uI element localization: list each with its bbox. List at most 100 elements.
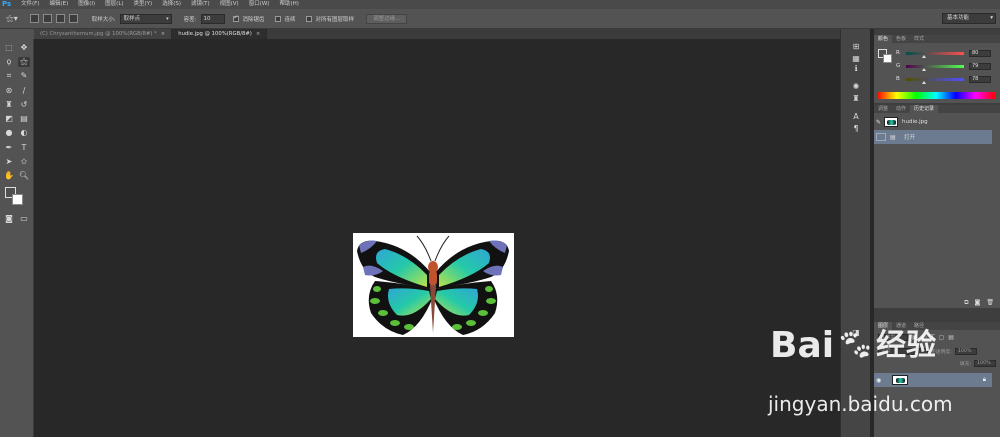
- filter-type-icon[interactable]: T: [931, 334, 935, 341]
- menu-filter[interactable]: 滤镜(T): [186, 0, 215, 9]
- blur-tool-icon[interactable]: ●: [3, 128, 15, 138]
- fill-input[interactable]: 100%: [974, 360, 996, 367]
- tab-layers[interactable]: 图层: [874, 322, 893, 330]
- green-slider-thumb[interactable]: [921, 67, 926, 71]
- hand-tool-icon[interactable]: ✋: [3, 171, 15, 181]
- menu-file[interactable]: 文件(F): [16, 0, 44, 9]
- tab-color[interactable]: 颜色: [874, 35, 893, 43]
- canvas-area[interactable]: [34, 39, 840, 437]
- paragraph-panel-icon[interactable]: ¶: [849, 123, 863, 134]
- tab-paths[interactable]: 路径: [910, 322, 928, 330]
- layer-kind-filter[interactable]: ρ 类型: [878, 334, 908, 341]
- photoshop-logo: Ps: [2, 0, 12, 8]
- blend-mode-select[interactable]: 正常: [878, 348, 928, 355]
- quick-mask-icon[interactable]: ◙: [3, 214, 15, 224]
- close-icon[interactable]: ×: [256, 31, 260, 37]
- menu-help[interactable]: 帮助(H): [274, 0, 303, 9]
- close-icon[interactable]: ×: [161, 31, 165, 37]
- sample-all-layers-checkbox[interactable]: [305, 15, 312, 22]
- gradient-tool-icon[interactable]: ▤: [18, 114, 30, 124]
- color-spectrum-ramp[interactable]: [877, 92, 995, 99]
- eraser-tool-icon[interactable]: ◩: [3, 114, 15, 124]
- type-tool-icon[interactable]: T: [18, 143, 30, 153]
- path-selection-tool-icon[interactable]: ➤: [3, 157, 15, 167]
- history-brush-tool-icon[interactable]: ↺: [18, 100, 30, 110]
- magic-wand-tool-icon[interactable]: ⚝: [18, 57, 30, 67]
- magic-wand-tool-preset-icon[interactable]: ⚝▾: [6, 14, 18, 24]
- history-item-checkbox[interactable]: [876, 133, 886, 141]
- butterfly-image[interactable]: [353, 233, 514, 337]
- menu-layer[interactable]: 图层(L): [100, 0, 128, 9]
- tab-history[interactable]: 历史记录: [910, 105, 939, 113]
- subtract-from-selection-icon[interactable]: [55, 14, 65, 23]
- blue-slider-thumb[interactable]: [921, 80, 926, 84]
- new-selection-icon[interactable]: [29, 14, 39, 23]
- dodge-tool-icon[interactable]: ◐: [18, 128, 30, 138]
- tab-hudie[interactable]: hudie.jpg @ 100%(RGB/8#) ×: [172, 29, 268, 39]
- tab-adjustments[interactable]: 调整: [874, 105, 892, 113]
- red-value[interactable]: 80: [969, 49, 991, 57]
- tab-swatches[interactable]: 色板: [892, 35, 910, 43]
- pen-tool-icon[interactable]: ✒: [3, 143, 15, 153]
- new-document-from-state-icon[interactable]: ⧉: [964, 299, 968, 308]
- healing-brush-tool-icon[interactable]: ⊛: [3, 86, 15, 96]
- menu-edit[interactable]: 编辑(E): [44, 0, 73, 9]
- antialias-checkbox[interactable]: [232, 14, 239, 22]
- shape-tool-icon[interactable]: ✩: [18, 157, 30, 167]
- clone-stamp-tool-icon[interactable]: ♜: [3, 100, 15, 110]
- layer-row-background[interactable]: ◉ 🔒︎: [874, 373, 992, 387]
- background-color-swatch[interactable]: [12, 194, 23, 205]
- eye-icon[interactable]: ◉: [874, 377, 884, 384]
- collapsed-panels-strip: ⊞ ▦ ℹ ✺ ♜ A ¶ ◨: [840, 29, 870, 437]
- history-brush-source-icon[interactable]: ✎: [874, 119, 884, 126]
- workspace-select[interactable]: 基本功能: [942, 13, 996, 24]
- panel-background-swatch[interactable]: [883, 54, 892, 63]
- filter-shape-icon[interactable]: ▢: [939, 334, 945, 341]
- sample-size-select[interactable]: 取样点: [119, 13, 172, 24]
- clone-source-panel-icon[interactable]: ♜: [849, 93, 863, 104]
- blue-value[interactable]: 78: [969, 75, 991, 83]
- create-snapshot-icon[interactable]: ◙: [975, 299, 981, 308]
- tolerance-input[interactable]: 10: [200, 13, 225, 24]
- menu-image[interactable]: 图像(I): [73, 0, 100, 9]
- menu-window[interactable]: 窗口(W): [244, 0, 275, 9]
- green-value[interactable]: 79: [969, 62, 991, 70]
- menu-type[interactable]: 类型(Y): [129, 0, 158, 9]
- marquee-tool-icon[interactable]: ⬚: [3, 43, 15, 53]
- crop-tool-icon[interactable]: ⌗: [3, 71, 15, 81]
- blue-slider[interactable]: [906, 77, 964, 84]
- red-slider-thumb[interactable]: [922, 54, 927, 58]
- add-to-selection-icon[interactable]: [42, 14, 52, 23]
- refine-edge-button[interactable]: 调整边缘...: [366, 13, 408, 24]
- green-slider[interactable]: [906, 64, 964, 71]
- move-tool-icon[interactable]: ✥: [18, 43, 30, 53]
- tab-chrysanthemum[interactable]: (C) Chrysanthemum.jpg @ 100%(RGB/8#) * ×: [34, 29, 173, 39]
- tab-styles[interactable]: 样式: [910, 35, 928, 43]
- eyedropper-tool-icon[interactable]: ✎: [18, 71, 30, 81]
- contiguous-checkbox[interactable]: [274, 15, 281, 22]
- toolbar-grip[interactable]: [0, 29, 34, 39]
- info-panel-icon[interactable]: ℹ: [849, 63, 863, 74]
- zoom-tool-icon[interactable]: 🔍︎: [18, 171, 30, 181]
- layer-comps-panel-icon[interactable]: ◨: [849, 327, 863, 338]
- tab-actions[interactable]: 动作: [892, 105, 910, 113]
- tab-channels[interactable]: 通道: [892, 322, 910, 330]
- history-snapshot[interactable]: ✎ hudie.jpg: [874, 115, 992, 129]
- history-panel-icon[interactable]: ⊞: [849, 41, 863, 52]
- filter-pixel-icon[interactable]: ▣: [912, 334, 918, 341]
- menu-select[interactable]: 选择(S): [157, 0, 186, 9]
- tolerance-label: 容差:: [183, 16, 197, 23]
- red-slider[interactable]: [906, 51, 964, 58]
- history-item-open[interactable]: ▤ 打开: [874, 130, 992, 144]
- character-panel-icon[interactable]: A: [849, 111, 863, 122]
- lasso-tool-icon[interactable]: ϙ: [3, 57, 15, 67]
- trash-icon[interactable]: 🗑︎: [986, 299, 994, 308]
- screen-mode-icon[interactable]: ▭: [18, 214, 30, 224]
- opacity-input[interactable]: 100%: [954, 348, 977, 355]
- intersect-selection-icon[interactable]: [68, 14, 78, 23]
- menu-view[interactable]: 视图(V): [215, 0, 244, 9]
- filter-smart-object-icon[interactable]: ▤: [948, 334, 954, 341]
- brush-panel-icon[interactable]: ✺: [849, 81, 863, 92]
- brush-tool-icon[interactable]: ∕: [18, 86, 30, 96]
- filter-adjustment-icon[interactable]: ◐: [922, 334, 927, 341]
